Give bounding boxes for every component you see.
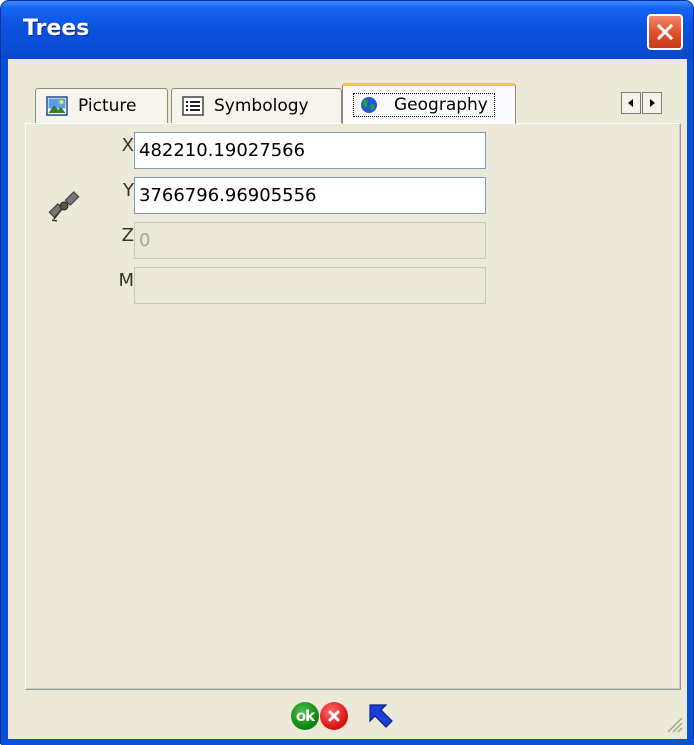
ok-button[interactable]: ok bbox=[291, 702, 319, 730]
title-bar[interactable]: Trees bbox=[1, 1, 693, 59]
tab-geography[interactable]: Geography bbox=[342, 83, 516, 124]
tab-focus-outline: Geography bbox=[353, 93, 495, 117]
arrow-right-icon bbox=[650, 99, 655, 107]
window-bottom-border bbox=[1, 739, 694, 745]
globe-icon bbox=[358, 95, 380, 115]
ok-label: ok bbox=[295, 707, 315, 725]
y-coordinate-input[interactable]: 3766796.96905556 bbox=[134, 177, 486, 214]
window-title: Trees bbox=[23, 16, 90, 41]
pointer-button[interactable] bbox=[368, 703, 394, 729]
pointer-arrow-icon bbox=[369, 704, 393, 728]
satellite-icon bbox=[48, 191, 80, 222]
tab-picture[interactable]: Picture bbox=[35, 88, 168, 123]
dialog-window: Trees Picture Symbology Geography X 4822… bbox=[0, 0, 694, 745]
tab-picture-label: Picture bbox=[78, 96, 137, 116]
tab-scroll-right-button[interactable] bbox=[642, 92, 662, 114]
resize-grip-icon[interactable] bbox=[665, 715, 683, 733]
tab-geography-label: Geography bbox=[394, 95, 488, 115]
z-label: Z bbox=[121, 225, 134, 246]
tab-symbology[interactable]: Symbology bbox=[171, 88, 342, 123]
arrow-left-icon bbox=[628, 99, 633, 107]
m-value-input bbox=[134, 267, 486, 304]
close-button[interactable] bbox=[647, 14, 683, 50]
client-area: Picture Symbology Geography X 482210.190… bbox=[8, 59, 687, 739]
cancel-icon bbox=[328, 710, 340, 722]
x-coordinate-input[interactable]: 482210.19027566 bbox=[134, 132, 486, 169]
x-label: X bbox=[121, 135, 134, 156]
list-icon bbox=[182, 96, 204, 116]
picture-icon bbox=[46, 96, 68, 116]
cancel-button[interactable] bbox=[320, 702, 348, 730]
m-label: M bbox=[118, 270, 134, 291]
y-label: Y bbox=[123, 180, 134, 201]
close-icon bbox=[656, 23, 674, 41]
tab-symbology-label: Symbology bbox=[214, 96, 309, 116]
tab-scroll-left-button[interactable] bbox=[621, 92, 641, 114]
z-coordinate-input: 0 bbox=[134, 222, 486, 259]
